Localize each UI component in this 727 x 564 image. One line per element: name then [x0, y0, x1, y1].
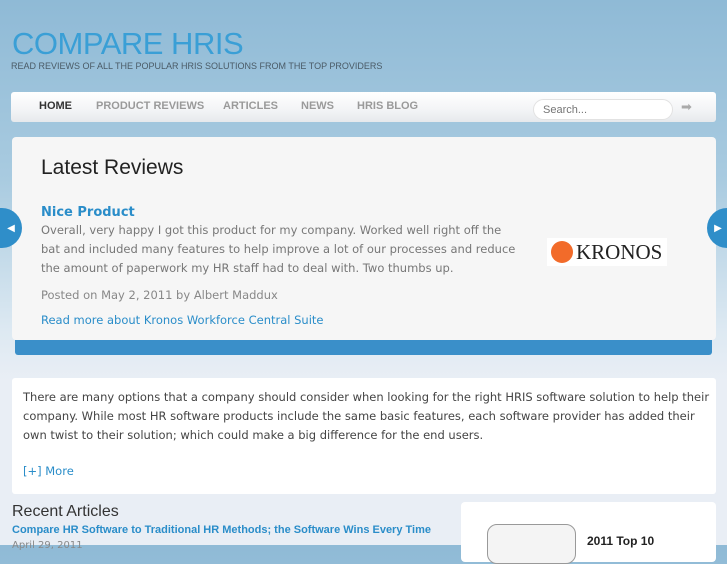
nav-hris-blog[interactable]: HRIS BLOG [357, 100, 418, 112]
main-nav: HOME PRODUCT REVIEWS ARTICLES NEWS HRIS … [11, 92, 716, 122]
slider-heading: Latest Reviews [41, 156, 184, 179]
search-submit-arrow-icon[interactable]: ➡ [681, 100, 692, 115]
site-tagline: READ REVIEWS OF ALL THE POPULAR HRIS SOL… [11, 61, 383, 71]
article-link[interactable]: Compare HR Software to Traditional HR Me… [12, 524, 431, 536]
kronos-mark-icon [551, 241, 573, 263]
latest-reviews-slider: Latest Reviews Nice Product Overall, ver… [12, 137, 716, 340]
more-link[interactable]: [+] More [23, 464, 74, 478]
nav-news[interactable]: NEWS [301, 100, 334, 112]
intro-box: There are many options that a company sh… [12, 378, 716, 494]
review-title[interactable]: Nice Product [41, 205, 135, 220]
search-input[interactable] [533, 99, 673, 120]
sidebar-title: 2011 Top 10 [587, 534, 655, 548]
review-body: Overall, very happy I got this product f… [41, 223, 516, 275]
article-date: April 29, 2011 [12, 540, 83, 551]
nav-product-reviews[interactable]: PRODUCT REVIEWS [96, 100, 204, 112]
nav-articles[interactable]: ARTICLES [223, 100, 278, 112]
kronos-logo[interactable]: KRONOS [547, 238, 667, 266]
site-logo[interactable]: COMPARE HRIS [12, 26, 244, 62]
recent-articles-heading: Recent Articles [12, 503, 119, 520]
sidebar-widget: 2011 Top 10 [461, 502, 716, 564]
kronos-logo-text: KRONOS [576, 239, 663, 264]
nav-home[interactable]: HOME [39, 100, 72, 112]
slider-bottom-bar [15, 340, 712, 355]
intro-text: There are many options that a company sh… [23, 390, 710, 442]
read-more-link[interactable]: Read more about Kronos Workforce Central… [41, 313, 324, 327]
product-box-image [487, 524, 576, 564]
review-meta: Posted on May 2, 2011 by Albert Maddux [41, 288, 278, 302]
